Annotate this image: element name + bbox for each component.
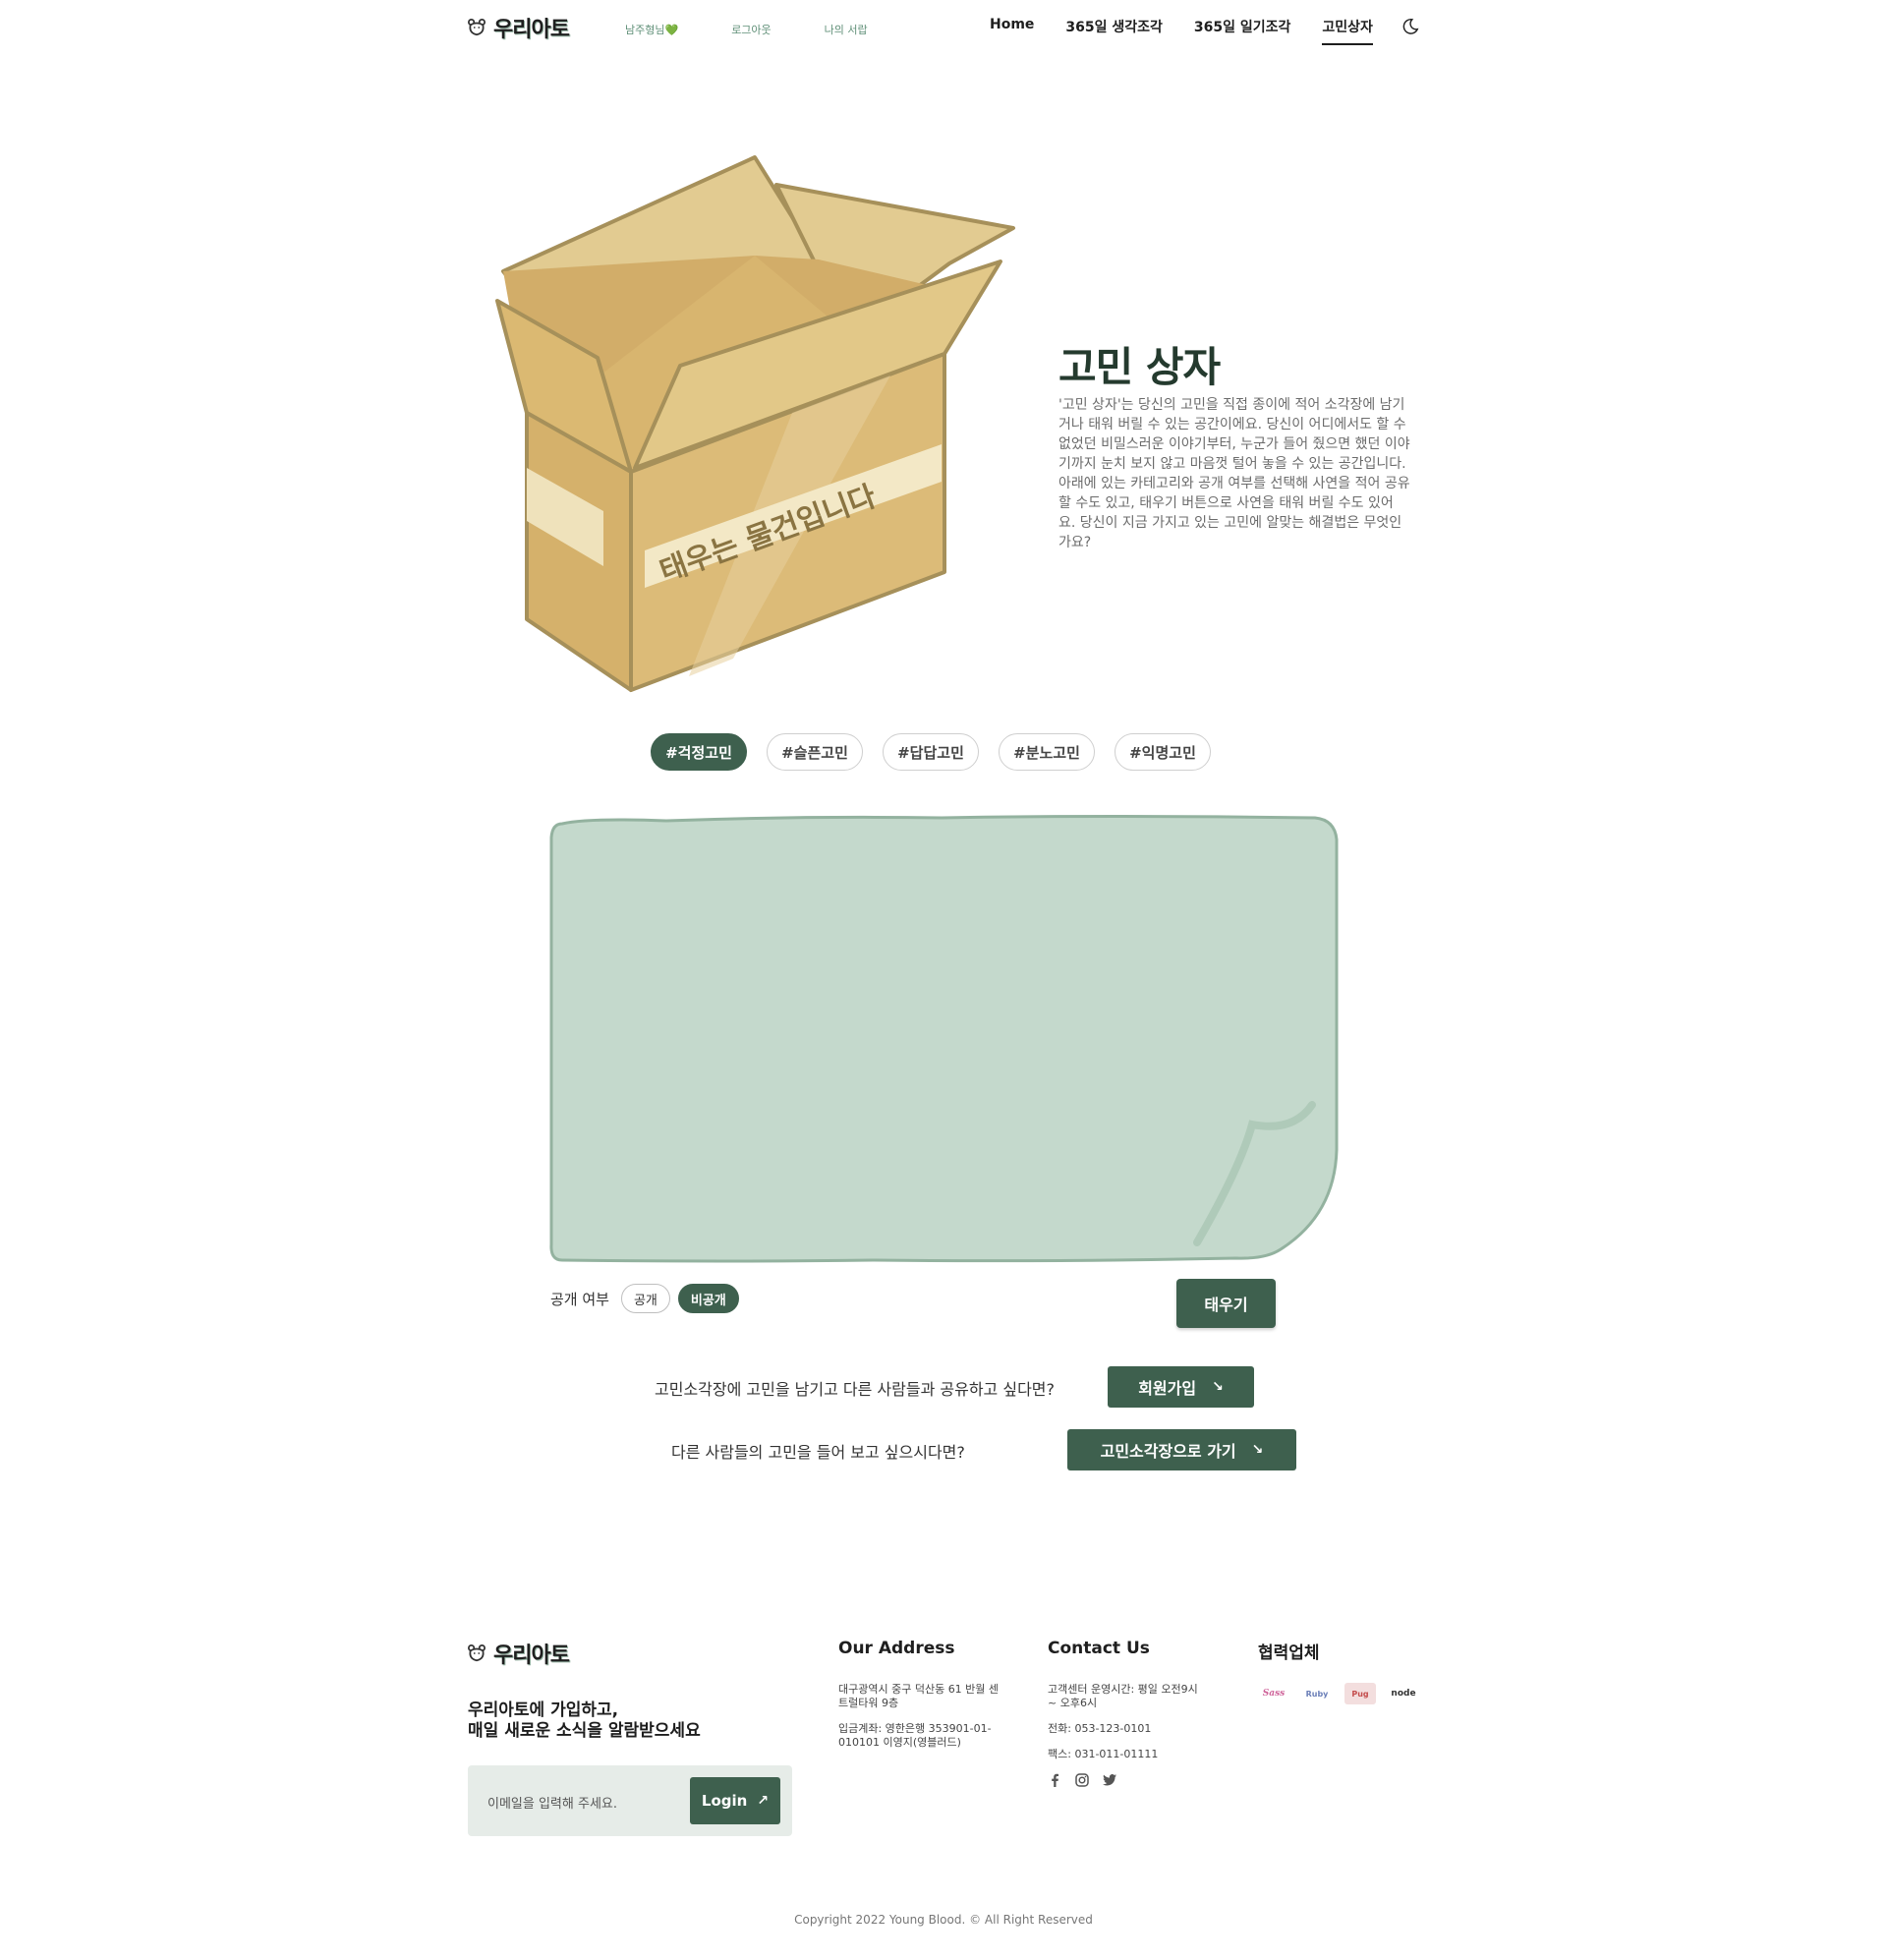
- signup-button[interactable]: 회원가입 ↘: [1108, 1366, 1254, 1408]
- fax-text: 팩스: 031-011-01111: [1048, 1748, 1159, 1760]
- site-logo[interactable]: 우리아토: [468, 12, 570, 43]
- moon-icon[interactable]: [1401, 18, 1419, 35]
- account-text: 입금계좌: 영한은행 353901-01-010101 이영지(영블러드): [838, 1722, 992, 1749]
- my-drawer-link[interactable]: 나의 서랍: [825, 22, 868, 37]
- nav-worry-box[interactable]: 고민상자: [1322, 17, 1373, 45]
- arrow-down-right-icon: ↘: [1212, 1379, 1224, 1395]
- facebook-icon[interactable]: [1048, 1773, 1061, 1787]
- signup-button-label: 회원가입: [1138, 1379, 1197, 1398]
- visibility-private-option[interactable]: 비공개: [677, 1284, 739, 1313]
- pug-logo: Pug: [1344, 1683, 1376, 1704]
- login-button[interactable]: Login ↗: [690, 1777, 780, 1824]
- phone-text: 전화: 053-123-0101: [1048, 1722, 1152, 1735]
- tag-worry[interactable]: #걱정고민: [651, 733, 747, 771]
- footer-logo-text: 우리아토: [493, 1643, 570, 1668]
- tag-anonymous[interactable]: #익명고민: [1115, 733, 1211, 771]
- login-button-label: Login: [701, 1792, 748, 1810]
- sass-logo: Sass: [1262, 1689, 1286, 1699]
- copyright-text: Copyright 2022 Young Blood. © All Right …: [794, 1913, 1093, 1927]
- address-title: Our Address: [838, 1639, 955, 1658]
- page-title: 고민 상자: [1058, 343, 1221, 391]
- nav-home[interactable]: Home: [990, 17, 1034, 36]
- node-logo: node: [1391, 1689, 1416, 1699]
- visibility-label: 공개 여부: [550, 1290, 609, 1308]
- category-tags: #걱정고민 #슬픈고민 #답답고민 #분노고민 #익명고민: [651, 733, 1211, 771]
- burn-button[interactable]: 태우기: [1176, 1279, 1276, 1328]
- go-to-burn-site-button[interactable]: 고민소각장으로 가기 ↘: [1067, 1429, 1296, 1470]
- footer-tagline-line1: 우리아토에 가입하고,: [468, 1701, 619, 1720]
- page-description: '고민 상자'는 당신의 고민을 직접 종이에 적어 소각장에 남기거나 태워 …: [1058, 397, 1410, 550]
- site-header: 우리아토 남주형님💚 로그아웃 나의 서랍 Home 365일 생각조각 365…: [0, 0, 1887, 57]
- contact-title: Contact Us: [1048, 1639, 1150, 1658]
- main-nav: Home 365일 생각조각 365일 일기조각 고민상자: [990, 17, 1373, 45]
- visibility-public-option[interactable]: 공개: [620, 1284, 670, 1313]
- arrow-down-right-icon: ↘: [1251, 1442, 1264, 1458]
- partner-logos: Sass Ruby Pug node: [1258, 1683, 1419, 1704]
- browse-cta-text: 다른 사람들의 고민을 들어 보고 싶으시다면?: [671, 1443, 965, 1462]
- tag-sad[interactable]: #슬픈고민: [767, 733, 863, 771]
- hours-text: 고객센터 운영시간: 평일 오전9시 ~ 오후6시: [1048, 1683, 1198, 1709]
- social-links: [1048, 1773, 1116, 1787]
- subscribe-box: 이메일을 입력해 주세요. Login ↗: [468, 1765, 792, 1836]
- user-name-link[interactable]: 남주형님💚: [625, 22, 678, 37]
- address-text: 대구광역시 중구 덕산동 61 반월 센트럴타워 9층: [838, 1683, 1000, 1709]
- nav-diary-pieces[interactable]: 365일 일기조각: [1194, 17, 1291, 36]
- signup-cta-text: 고민소각장에 고민을 남기고 다른 사람들과 공유하고 싶다면?: [655, 1380, 1056, 1399]
- tag-frustrated[interactable]: #답답고민: [883, 733, 979, 771]
- email-input[interactable]: 이메일을 입력해 주세요.: [487, 1793, 617, 1812]
- twitter-icon[interactable]: [1103, 1773, 1116, 1787]
- nav-thought-pieces[interactable]: 365일 생각조각: [1065, 17, 1163, 36]
- footer-tagline-line2: 매일 새로운 소식을 알람받으세요: [468, 1721, 701, 1741]
- logo-text: 우리아토: [493, 18, 570, 42]
- bear-logo-icon: [468, 19, 486, 36]
- instagram-icon[interactable]: [1075, 1773, 1089, 1787]
- user-links: 남주형님💚 로그아웃 나의 서랍: [625, 22, 868, 37]
- ruby-logo: Ruby: [1305, 1689, 1329, 1699]
- footer-tagline: 우리아토에 가입하고, 매일 새로운 소식을 알람받으세요: [468, 1701, 701, 1742]
- partners-title: 협력업체: [1258, 1643, 1320, 1663]
- visibility-selector: 공개 여부 공개 비공개: [550, 1284, 739, 1313]
- worry-paper-textarea[interactable]: [548, 812, 1339, 1264]
- tag-angry[interactable]: #분노고민: [999, 733, 1095, 771]
- arrow-up-right-icon: ↗: [757, 1793, 770, 1809]
- footer-logo[interactable]: 우리아토: [468, 1638, 570, 1669]
- cardboard-box-illustration: 태우는 물건입니다: [495, 155, 1015, 692]
- bear-logo-icon: [468, 1644, 486, 1662]
- go-to-burn-site-label: 고민소각장으로 가기: [1100, 1442, 1236, 1461]
- logout-link[interactable]: 로그아웃: [731, 22, 771, 37]
